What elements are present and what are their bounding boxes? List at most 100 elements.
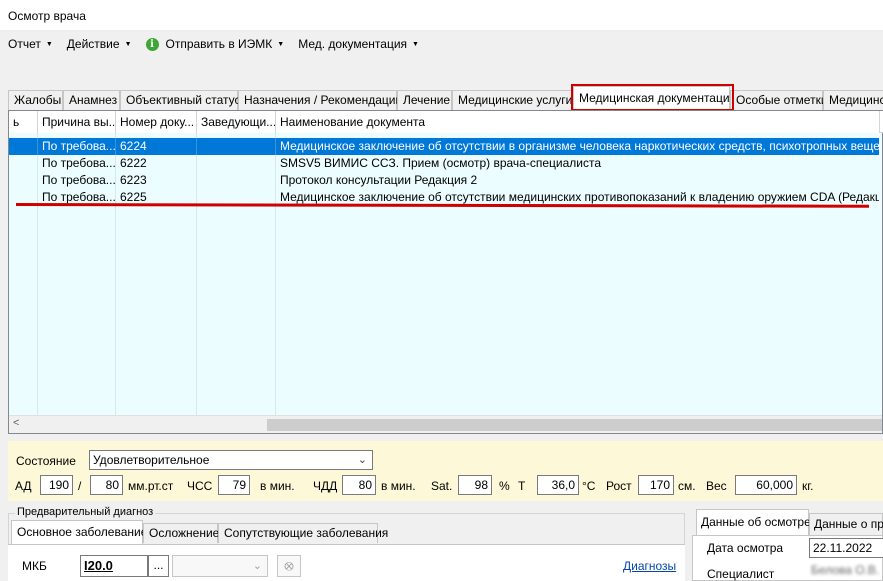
- specialist-label: Специалист: [707, 567, 775, 581]
- diagnosis-body: МКБ I20.0 ... ⌄ ⭙ Диагнозы: [8, 544, 685, 581]
- chevron-down-icon: ▼: [45, 40, 53, 48]
- row-cell-name: SMSV5 ВИМИС ССЗ. Прием (осмотр) врача-сп…: [280, 156, 602, 170]
- ribbon-icon[interactable]: ⭙: [277, 555, 301, 577]
- chevron-down-icon: ▼: [124, 40, 132, 48]
- height-unit: см.: [678, 479, 696, 493]
- hr-input[interactable]: 79: [218, 475, 250, 495]
- hr-label: ЧСС: [187, 479, 213, 493]
- sat-unit: %: [499, 479, 510, 493]
- rr-input[interactable]: 80: [342, 475, 376, 495]
- table-row[interactable]: По требова... 6223 Протокол консультации…: [9, 172, 879, 189]
- row-cell-head: [197, 138, 276, 155]
- tab-prescriptions[interactable]: Назначения / Рекомендации: [238, 90, 402, 110]
- menu-bar: Отчет ▼ Действие ▼ i Отправить в ИЭМК ▼ Мед.…: [0, 34, 883, 54]
- col-header-head[interactable]: Заведующи...: [197, 111, 276, 133]
- scrollbar-thumb[interactable]: [267, 419, 882, 431]
- documents-grid: ь Причина вы... Номер доку... Заведующи.…: [8, 110, 883, 434]
- mkb-browse-button[interactable]: ...: [148, 555, 169, 577]
- height-label: Рост: [606, 479, 632, 493]
- col-header-doc-name[interactable]: Наименование документа: [276, 111, 880, 133]
- row-cell-number: 6224: [116, 138, 197, 155]
- exam-date-label: Дата осмотра: [707, 541, 784, 555]
- rr-label: ЧДД: [313, 479, 338, 493]
- table-row[interactable]: По требова... 6224 Медицинское заключени…: [9, 138, 879, 155]
- tab-treatment[interactable]: Лечение: [397, 90, 452, 110]
- mkb-input[interactable]: I20.0: [80, 555, 148, 577]
- window-title: Осмотр врача: [8, 9, 86, 23]
- info-icon: i: [145, 37, 159, 51]
- table-row[interactable]: По требова... 6222 SMSV5 ВИМИС ССЗ. Прие…: [9, 155, 879, 172]
- menu-action[interactable]: Действие ▼: [67, 37, 132, 51]
- tab-medical-documentation[interactable]: Медицинская документация: [573, 86, 736, 110]
- tab-exam-data[interactable]: Данные об осмотре: [696, 509, 811, 535]
- tab-medical-more[interactable]: Медицинск: [823, 90, 883, 110]
- tab-special-marks[interactable]: Особые отметки: [730, 90, 828, 110]
- vitals-panel: Состояние Удовлетворительное ⌄ АД 190 / …: [8, 441, 883, 501]
- scroll-left-arrow[interactable]: <: [13, 417, 19, 429]
- temperature-input[interactable]: 36,0: [537, 475, 579, 495]
- menu-action-label: Действие: [66, 37, 120, 51]
- tab-main-disease[interactable]: Основное заболевание: [11, 520, 147, 544]
- title-bar: Осмотр врача: [0, 0, 883, 30]
- chevron-down-icon: ▼: [277, 40, 285, 48]
- sat-input[interactable]: 98: [458, 475, 492, 495]
- state-value: Удовлетворительное: [93, 453, 210, 467]
- col-header-doc-number[interactable]: Номер доку...: [116, 111, 197, 133]
- tab-complication[interactable]: Осложнение: [143, 523, 219, 543]
- menu-med-docs[interactable]: Мед. документация ▼: [298, 37, 419, 51]
- row-cell-head: [197, 155, 276, 172]
- height-input[interactable]: 170: [638, 475, 674, 495]
- temperature-unit: °C: [582, 479, 596, 493]
- preliminary-diagnosis-group: Предварительный диагноз Основное заболев…: [8, 506, 685, 581]
- row-cell-head: [197, 172, 276, 189]
- menu-send-iemk-label: Отправить в ИЭМК: [165, 37, 273, 51]
- ad-separator: /: [78, 479, 82, 493]
- ad-unit: мм.рт.ст: [128, 479, 174, 493]
- ad-label: АД: [15, 479, 32, 493]
- hr-unit: в мин.: [260, 479, 295, 493]
- state-label: Состояние: [16, 454, 76, 468]
- weight-unit: кг.: [802, 479, 814, 493]
- tab-anamnesis[interactable]: Анамнез: [63, 90, 120, 110]
- main-tabs: Жалобы Анамнез Объективный статус Назнач…: [8, 86, 883, 110]
- tab-medical-services[interactable]: Медицинские услуги: [452, 90, 573, 110]
- weight-input[interactable]: 60,000: [735, 475, 797, 495]
- sat-label: Sat.: [431, 479, 453, 493]
- mkb-label: МКБ: [22, 559, 47, 573]
- grid-header: ь Причина вы... Номер доку... Заведующи.…: [9, 111, 883, 133]
- chevron-down-icon: ⌄: [252, 560, 262, 572]
- exam-date-input[interactable]: 22.11.2022: [809, 538, 883, 558]
- chevron-down-icon: ▼: [412, 40, 419, 48]
- menu-send-iemk[interactable]: i Отправить в ИЭМК ▼: [145, 37, 285, 51]
- exam-data-body: Дата осмотра 22.11.2022 Специалист Белов…: [692, 535, 883, 581]
- menu-report[interactable]: Отчет ▼: [8, 37, 53, 51]
- tab-comorbidities[interactable]: Сопутствующие заболевания: [218, 523, 388, 543]
- mkb-select[interactable]: ⌄: [172, 555, 268, 577]
- ad-diastolic-input[interactable]: 80: [90, 475, 123, 495]
- row-cell-reason: По требова...: [38, 155, 116, 172]
- row-cell-name: Протокол консультации Редакция 2: [280, 173, 478, 187]
- rr-unit: в мин.: [381, 479, 416, 493]
- tab-complaints[interactable]: Жалобы: [8, 90, 63, 110]
- row-cell-reason: По требова...: [38, 172, 116, 189]
- main-window: Осмотр врача Отчет ▼ Действие ▼ i Отправить…: [0, 0, 883, 581]
- state-select[interactable]: Удовлетворительное ⌄: [89, 450, 373, 470]
- row-cell-number: 6222: [116, 155, 197, 172]
- weight-label: Вес: [706, 479, 727, 493]
- row-cell-name: Медицинское заключение об отсутствии в о…: [280, 139, 879, 153]
- exam-data-panel: Данные об осмотре Данные о пр Дата осмот…: [692, 509, 883, 581]
- col-header-reason[interactable]: Причина вы...: [38, 111, 116, 133]
- temperature-label: T: [518, 479, 526, 493]
- horizontal-scrollbar[interactable]: <: [9, 415, 882, 433]
- specialist-value: Белова О.В.: [811, 563, 880, 577]
- diagnosis-legend: Предварительный диагноз: [15, 506, 156, 518]
- menu-med-docs-label: Мед. документация: [298, 37, 408, 51]
- tab-objective-status[interactable]: Объективный статус: [120, 90, 241, 110]
- chevron-down-icon: ⌄: [357, 454, 367, 466]
- row-cell-reason: По требова...: [38, 138, 116, 155]
- tab-exam-more[interactable]: Данные о пр: [809, 513, 883, 535]
- diagnoses-link[interactable]: Диагнозы: [623, 559, 676, 573]
- ad-systolic-input[interactable]: 190: [40, 475, 73, 495]
- row-cell-first: [9, 138, 38, 155]
- col-header-first[interactable]: ь: [9, 111, 38, 133]
